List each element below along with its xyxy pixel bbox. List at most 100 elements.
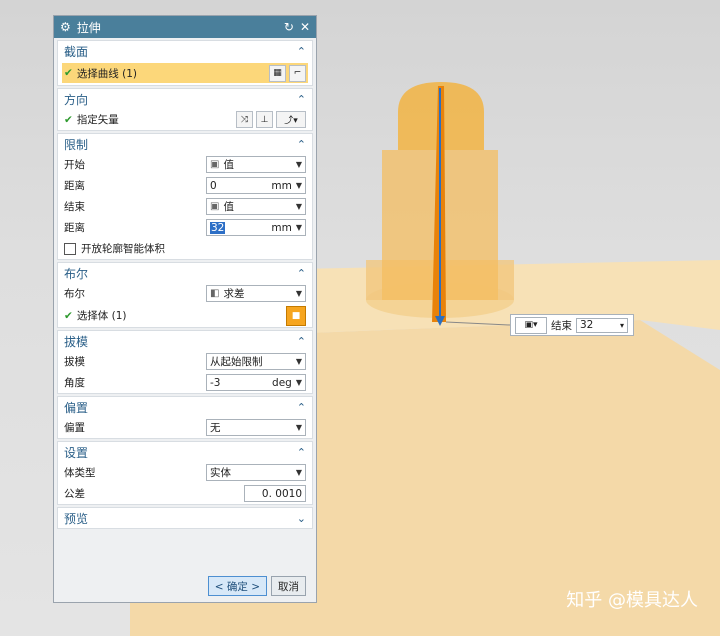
chevron-up-icon[interactable]: ⌃ bbox=[297, 93, 306, 106]
end-distance-input[interactable]: 32 mm ▼ bbox=[206, 219, 306, 236]
draft-title: 拔模 bbox=[64, 334, 89, 349]
angle-value: -3 bbox=[210, 376, 221, 389]
open-profile-label: 开放轮廓智能体积 bbox=[81, 243, 165, 255]
body-type-label: 体类型 bbox=[64, 467, 96, 479]
offset-value: 无 bbox=[210, 422, 221, 434]
section-title: 截面 bbox=[64, 44, 89, 59]
settings-title: 设置 bbox=[64, 445, 89, 460]
dialog-footer: < 确定 > 取消 bbox=[207, 576, 306, 596]
direction-title: 方向 bbox=[64, 92, 89, 107]
draft-row: 拔模 从起始限制 ▼ bbox=[58, 351, 312, 372]
boolean-panel: 布尔 ⌃ 布尔 ◧ 求差 ▼ ✔ 选择体 (1) ■ bbox=[57, 262, 313, 328]
angle-label: 角度 bbox=[64, 377, 85, 389]
curve-select-icon[interactable]: ⌐ bbox=[289, 64, 306, 82]
chevron-up-icon[interactable]: ⌃ bbox=[297, 138, 306, 151]
solid-body-icon[interactable]: ■ bbox=[286, 305, 306, 326]
chevron-up-icon[interactable]: ⌃ bbox=[297, 45, 306, 58]
sketch-icon[interactable]: ▦ bbox=[269, 64, 286, 82]
draft-panel: 拔模 ⌃ 拔模 从起始限制 ▼ 角度 -3 deg ▼ bbox=[57, 330, 313, 394]
boolean-title: 布尔 bbox=[64, 266, 89, 281]
dialog-title: 拉伸 bbox=[76, 20, 101, 35]
boolean-row: 布尔 ◧ 求差 ▼ bbox=[58, 283, 312, 304]
draft-header[interactable]: 拔模 ⌃ bbox=[58, 331, 312, 351]
ok-button[interactable]: < 确定 > bbox=[207, 576, 267, 596]
end-row: 结束 ▣ 值 ▼ bbox=[58, 196, 312, 217]
close-icon[interactable]: ✕ bbox=[300, 20, 310, 34]
limits-title: 限制 bbox=[64, 137, 89, 152]
section-header[interactable]: 截面 ⌃ bbox=[58, 41, 312, 61]
chevron-down-icon: ▼ bbox=[295, 181, 302, 190]
end-label: 结束 bbox=[64, 201, 85, 213]
gear-icon[interactable]: ⚙ bbox=[60, 20, 71, 34]
tolerance-label: 公差 bbox=[64, 488, 85, 500]
start-select[interactable]: ▣ 值 ▼ bbox=[206, 156, 306, 173]
watermark: 知乎 @模具达人 bbox=[566, 590, 698, 611]
start-distance-input[interactable]: 0 mm ▼ bbox=[206, 177, 306, 194]
open-profile-row[interactable]: 开放轮廓智能体积 bbox=[58, 238, 312, 259]
settings-header[interactable]: 设置 ⌃ bbox=[58, 442, 312, 462]
draft-label: 拔模 bbox=[64, 356, 85, 368]
offset-label: 偏置 bbox=[64, 422, 85, 434]
end-distance-unit: mm bbox=[271, 221, 292, 234]
boolean-label: 布尔 bbox=[64, 288, 85, 300]
chevron-down-icon: ▼ bbox=[295, 223, 302, 232]
preview-panel: 预览 ⌄ bbox=[57, 507, 313, 529]
end-distance-value: 32 bbox=[210, 221, 226, 234]
draft-select[interactable]: 从起始限制 ▼ bbox=[206, 353, 306, 370]
boolean-header[interactable]: 布尔 ⌃ bbox=[58, 263, 312, 283]
reset-icon[interactable]: ↻ bbox=[284, 20, 294, 34]
limit-popup[interactable]: ▣ ▾ 结束 32 ▾ bbox=[510, 314, 634, 336]
tolerance-row: 公差 0. 0010 bbox=[58, 483, 312, 504]
cancel-button[interactable]: 取消 bbox=[271, 576, 306, 596]
start-distance-unit: mm bbox=[271, 179, 292, 192]
angle-input[interactable]: -3 deg ▼ bbox=[206, 374, 306, 391]
popup-end-value-field[interactable]: 32 ▾ bbox=[576, 317, 628, 333]
chevron-down-icon: ▼ bbox=[295, 160, 302, 169]
direction-header[interactable]: 方向 ⌃ bbox=[58, 89, 312, 109]
chevron-up-icon[interactable]: ⌃ bbox=[297, 401, 306, 414]
select-curve-row[interactable]: ✔ 选择曲线 (1) ▦ ⌐ bbox=[62, 63, 308, 83]
chevron-down-icon: ▼ bbox=[295, 202, 302, 211]
dialog-titlebar[interactable]: ⚙ 拉伸 ↻ ✕ bbox=[54, 16, 316, 38]
end-select[interactable]: ▣ 值 ▼ bbox=[206, 198, 306, 215]
cube-icon: ▣ bbox=[524, 320, 533, 330]
specify-vector-row[interactable]: ✔ 指定矢量 ⤨ ⊥ ⤴▾ bbox=[58, 109, 312, 130]
open-profile-checkbox[interactable] bbox=[64, 242, 76, 255]
body-type-select[interactable]: 实体 ▼ bbox=[206, 464, 306, 481]
tolerance-input[interactable]: 0. 0010 bbox=[244, 485, 306, 502]
chevron-down-icon: ▾ bbox=[532, 320, 538, 330]
chevron-down-icon: ▼ bbox=[295, 289, 302, 298]
boolean-select[interactable]: ◧ 求差 ▼ bbox=[206, 285, 306, 302]
value-icon: ▣ bbox=[210, 159, 220, 170]
chevron-down-icon: ▼ bbox=[295, 378, 302, 387]
start-row: 开始 ▣ 值 ▼ bbox=[58, 154, 312, 175]
chevron-up-icon[interactable]: ⌃ bbox=[297, 267, 306, 280]
preview-title: 预览 bbox=[64, 511, 89, 526]
end-distance-row: 距离 32 mm ▼ bbox=[58, 217, 312, 238]
vector-dialog-icon[interactable]: ⊥ bbox=[256, 111, 273, 128]
preview-header[interactable]: 预览 ⌄ bbox=[58, 508, 312, 528]
popup-option-dropdown[interactable]: ▣ ▾ bbox=[515, 316, 547, 334]
chevron-down-icon: ▾ bbox=[619, 320, 624, 330]
select-body-row[interactable]: ✔ 选择体 (1) ■ bbox=[58, 304, 312, 327]
offset-select[interactable]: 无 ▼ bbox=[206, 419, 306, 436]
chevron-up-icon[interactable]: ⌃ bbox=[297, 335, 306, 348]
reverse-direction-icon[interactable]: ⤨ bbox=[236, 111, 253, 128]
limits-header[interactable]: 限制 ⌃ bbox=[58, 134, 312, 154]
chevron-up-icon[interactable]: ⌃ bbox=[297, 446, 306, 459]
draft-value: 从起始限制 bbox=[210, 356, 263, 368]
end-value: 值 bbox=[223, 201, 234, 213]
direction-panel: 方向 ⌃ ✔ 指定矢量 ⤨ ⊥ ⤴▾ bbox=[57, 88, 313, 131]
tolerance-value: 0. 0010 bbox=[261, 487, 302, 500]
offset-header[interactable]: 偏置 ⌃ bbox=[58, 397, 312, 417]
settings-panel: 设置 ⌃ 体类型 实体 ▼ 公差 0. 0010 bbox=[57, 441, 313, 505]
angle-row: 角度 -3 deg ▼ bbox=[58, 372, 312, 393]
start-value: 值 bbox=[223, 159, 234, 171]
extrude-dialog: ⚙ 拉伸 ↻ ✕ 截面 ⌃ ✔ 选择曲线 (1) ▦ ⌐ 方向 ⌃ ✔ 指定矢量… bbox=[53, 15, 317, 603]
select-body-label: 选择体 (1) bbox=[76, 310, 127, 322]
popup-end-label: 结束 bbox=[551, 319, 572, 332]
boolean-value: 求差 bbox=[223, 288, 245, 300]
vector-type-icon[interactable]: ⤴▾ bbox=[276, 111, 306, 128]
chevron-down-icon: ▼ bbox=[295, 468, 302, 477]
chevron-down-icon[interactable]: ⌄ bbox=[297, 512, 306, 525]
